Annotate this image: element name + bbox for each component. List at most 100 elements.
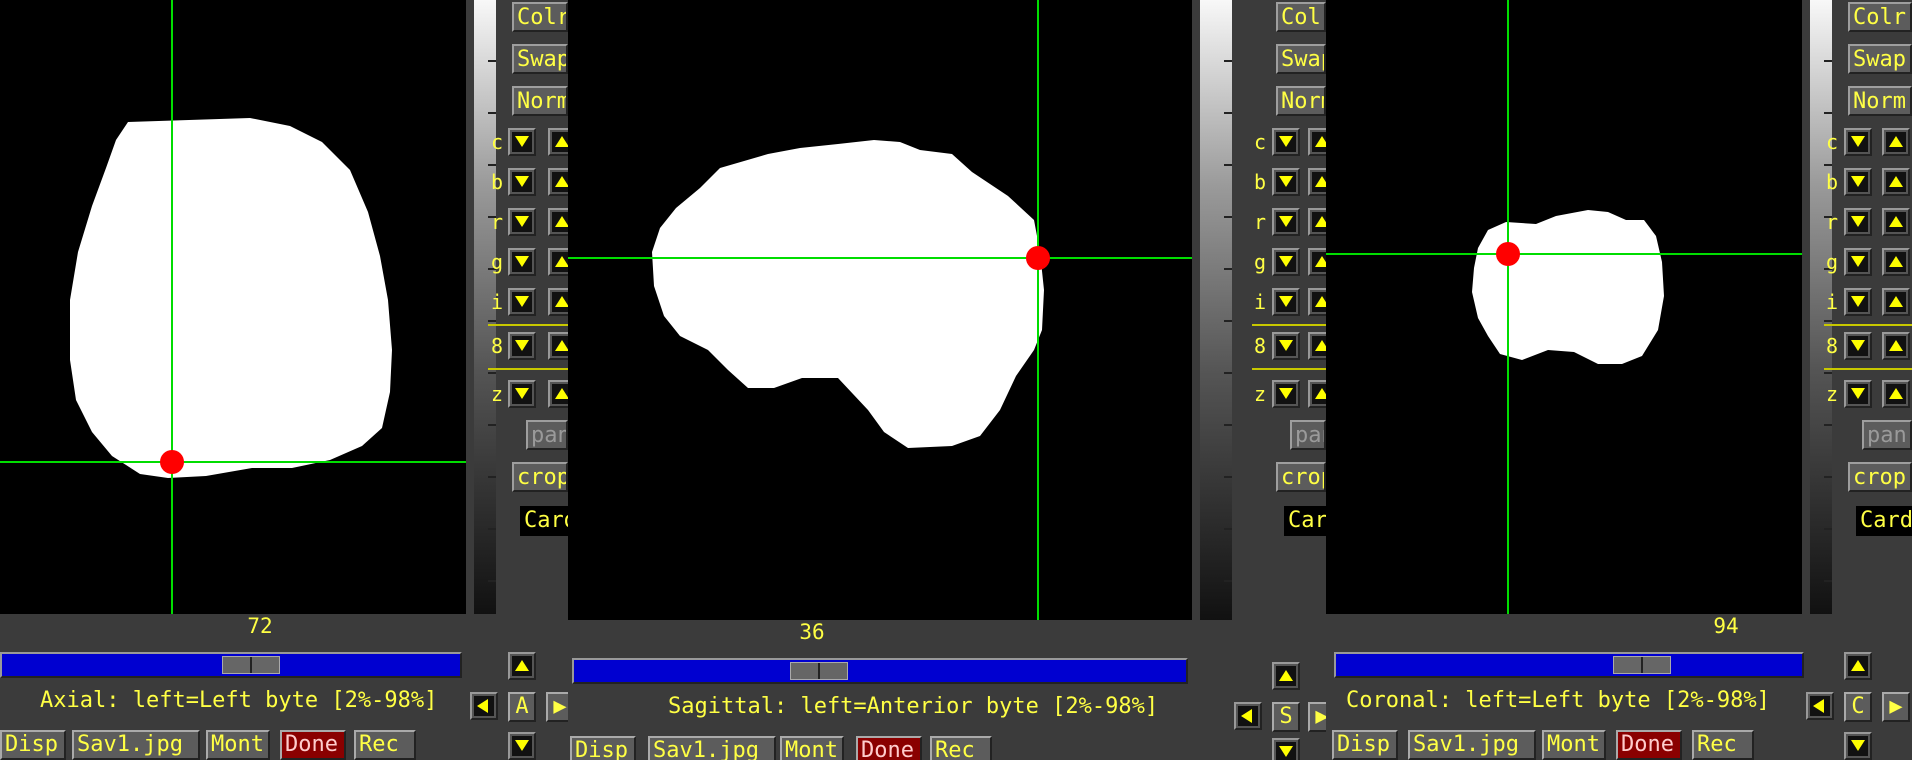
coronal-card-field[interactable]: Card [1856, 506, 1912, 536]
axial-i-up-button[interactable] [548, 288, 568, 316]
coronal-image[interactable] [1326, 0, 1802, 614]
coronal-b-up-button[interactable] [1882, 168, 1910, 196]
coronal-done-button[interactable]: Done [1616, 730, 1682, 760]
axial-pan-button[interactable]: pan [526, 420, 568, 450]
axial-g-down-button[interactable] [508, 248, 536, 276]
axial-r-down-button[interactable] [508, 208, 536, 236]
coronal-i-down-button[interactable] [1844, 288, 1872, 316]
axial-done-button[interactable]: Done [280, 730, 346, 760]
coronal-z-down-button[interactable] [1844, 380, 1872, 408]
sagittal-pan-button[interactable]: pan [1290, 420, 1326, 450]
arrow-down-icon [1276, 252, 1296, 272]
coronal-mont-button[interactable]: Mont [1542, 730, 1606, 760]
coronal-norm-button[interactable]: Norm [1848, 86, 1912, 116]
sagittal-done-button[interactable]: Done [856, 736, 922, 760]
axial-slice-slider[interactable] [0, 652, 462, 678]
sagittal-i-down-button[interactable] [1272, 288, 1300, 316]
coronal-8-up-button[interactable] [1882, 332, 1910, 360]
coronal-swap-button[interactable]: Swap [1848, 44, 1912, 74]
axial-rec-button[interactable]: Rec [354, 730, 416, 760]
axial-orient-button[interactable]: A [508, 692, 536, 722]
sagittal-z-down-button[interactable] [1272, 380, 1300, 408]
coronal-left-arrow-button[interactable] [1806, 692, 1834, 720]
sagittal-colr-button[interactable]: Colr [1276, 2, 1326, 32]
sagittal-slice-slider[interactable] [572, 658, 1188, 684]
axial-8-up-button[interactable] [548, 332, 568, 360]
coronal-orient-button[interactable]: C [1844, 692, 1872, 722]
axial-b-up-button[interactable] [548, 168, 568, 196]
axial-8-down-button[interactable] [508, 332, 536, 360]
coronal-slider-thumb[interactable] [1613, 656, 1671, 674]
axial-left-arrow-button[interactable] [470, 692, 498, 720]
axial-c-down-button[interactable] [508, 128, 536, 156]
axial-r-up-button[interactable] [548, 208, 568, 236]
sagittal-c-up-button[interactable] [1308, 128, 1326, 156]
coronal-slider-up-button[interactable] [1844, 652, 1872, 680]
coronal-rec-button[interactable]: Rec [1692, 730, 1754, 760]
coronal-save-button[interactable]: Sav1.jpg [1408, 730, 1536, 760]
sagittal-left-arrow-button[interactable] [1234, 702, 1262, 730]
axial-norm-button[interactable]: Norm [512, 86, 568, 116]
coronal-r-down-button[interactable] [1844, 208, 1872, 236]
coronal-pan-button[interactable]: pan [1862, 420, 1912, 450]
sagittal-image[interactable] [568, 0, 1192, 620]
coronal-colr-button[interactable]: Colr [1848, 2, 1912, 32]
sagittal-8-up-button[interactable] [1308, 332, 1326, 360]
axial-disp-button[interactable]: Disp [0, 730, 66, 760]
sagittal-slider-thumb[interactable] [790, 662, 848, 680]
axial-swap-button[interactable]: Swap [512, 44, 568, 74]
sagittal-c-down-button[interactable] [1272, 128, 1300, 156]
axial-crop-button[interactable]: crop [512, 462, 568, 492]
sagittal-z-up-button[interactable] [1308, 380, 1326, 408]
axial-right-arrow-button[interactable]: ▶ [546, 692, 568, 722]
sagittal-disp-button[interactable]: Disp [570, 736, 636, 760]
sagittal-swap-button[interactable]: Swap [1276, 44, 1326, 74]
coronal-slice-slider[interactable] [1334, 652, 1804, 678]
axial-z-up-button[interactable] [548, 380, 568, 408]
axial-slider-up-button[interactable] [508, 652, 536, 680]
sagittal-menu-down-button[interactable] [1272, 738, 1300, 760]
sagittal-b-up-button[interactable] [1308, 168, 1326, 196]
sagittal-orient-button[interactable]: S [1272, 702, 1300, 732]
axial-c-up-button[interactable] [548, 128, 568, 156]
coronal-c-down-button[interactable] [1844, 128, 1872, 156]
sagittal-right-arrow-button[interactable]: ▶ [1308, 702, 1326, 732]
axial-colr-button[interactable]: Colr [512, 2, 568, 32]
coronal-g-up-button[interactable] [1882, 248, 1910, 276]
sagittal-r-down-button[interactable] [1272, 208, 1300, 236]
sagittal-crop-button[interactable]: crop [1276, 462, 1326, 492]
coronal-menu-down-button[interactable] [1844, 732, 1872, 760]
axial-z-down-button[interactable] [508, 380, 536, 408]
coronal-b-down-button[interactable] [1844, 168, 1872, 196]
axial-g-up-button[interactable] [548, 248, 568, 276]
axial-i-down-button[interactable] [508, 288, 536, 316]
coronal-crop-button[interactable]: crop [1848, 462, 1912, 492]
coronal-right-arrow-button[interactable]: ▶ [1882, 692, 1910, 722]
sagittal-b-down-button[interactable] [1272, 168, 1300, 196]
sagittal-mont-button[interactable]: Mont [780, 736, 844, 760]
sagittal-g-up-button[interactable] [1308, 248, 1326, 276]
axial-slider-thumb[interactable] [222, 656, 280, 674]
sagittal-8-down-button[interactable] [1272, 332, 1300, 360]
coronal-z-up-button[interactable] [1882, 380, 1910, 408]
coronal-8-down-button[interactable] [1844, 332, 1872, 360]
coronal-c-up-button[interactable] [1882, 128, 1910, 156]
axial-menu-down-button[interactable] [508, 732, 536, 760]
coronal-r-up-button[interactable] [1882, 208, 1910, 236]
sagittal-card-field[interactable]: Card [1284, 506, 1326, 536]
sagittal-save-button[interactable]: Sav1.jpg [648, 736, 776, 760]
axial-card-field[interactable]: Card [520, 506, 568, 536]
sagittal-norm-button[interactable]: Norm [1276, 86, 1326, 116]
coronal-disp-button[interactable]: Disp [1332, 730, 1398, 760]
sagittal-i-up-button[interactable] [1308, 288, 1326, 316]
sagittal-slider-up-button[interactable] [1272, 662, 1300, 690]
axial-mont-button[interactable]: Mont [206, 730, 270, 760]
sagittal-g-down-button[interactable] [1272, 248, 1300, 276]
axial-save-button[interactable]: Sav1.jpg [72, 730, 200, 760]
axial-image[interactable] [0, 0, 466, 614]
sagittal-rec-button[interactable]: Rec [930, 736, 992, 760]
coronal-g-down-button[interactable] [1844, 248, 1872, 276]
axial-b-down-button[interactable] [508, 168, 536, 196]
coronal-i-up-button[interactable] [1882, 288, 1910, 316]
sagittal-r-up-button[interactable] [1308, 208, 1326, 236]
